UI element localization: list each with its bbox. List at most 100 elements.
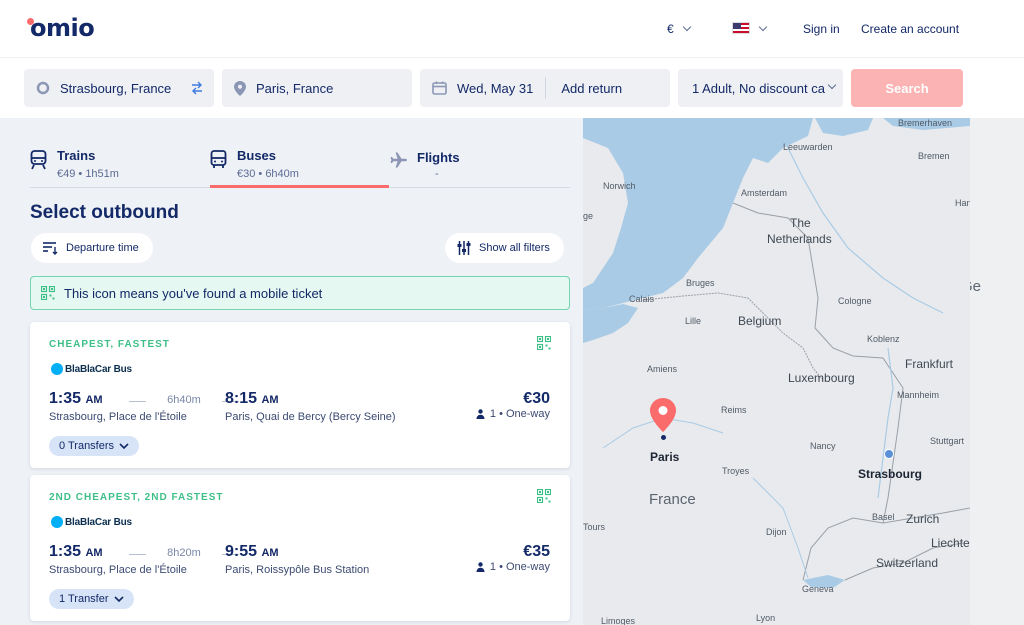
- map-label: Bremen: [918, 151, 950, 161]
- qr-code-icon: [536, 335, 552, 355]
- language-selector[interactable]: [732, 21, 768, 36]
- result-badge: CHEAPEST, FASTEST: [49, 339, 170, 350]
- arrival-time-value: 8:15: [225, 390, 258, 407]
- map-label: Lyon: [756, 613, 776, 623]
- map-label: Bruges: [686, 278, 715, 288]
- map-label: Nancy: [810, 441, 836, 451]
- sign-in-link[interactable]: Sign in: [803, 22, 840, 36]
- departure-date: Wed, May 31: [457, 80, 534, 96]
- show-all-filters-button[interactable]: Show all filters: [445, 233, 564, 263]
- map-label: Cologne: [838, 296, 872, 306]
- result-card[interactable]: 2ND CHEAPEST, 2ND FASTEST BlaBlaCar Bus …: [30, 475, 570, 621]
- map-label: Troyes: [722, 466, 750, 476]
- map-label-destination: Paris: [650, 450, 680, 464]
- create-account-link[interactable]: Create an account: [861, 22, 959, 36]
- map-label: Ge: [970, 278, 982, 295]
- calendar-icon: [432, 81, 447, 95]
- departure-station: Strasbourg, Place de l'Étoile: [49, 411, 187, 423]
- swap-icon[interactable]: [190, 81, 204, 95]
- origin-value: Strasbourg, France: [60, 80, 172, 96]
- logo-dot: [27, 18, 34, 25]
- map-label: Tours: [583, 522, 606, 532]
- map-label: Amsterdam: [741, 188, 788, 198]
- top-header: omio € Sign in Create an account: [0, 0, 1024, 58]
- map-label: Mannheim: [897, 390, 940, 400]
- departure-time-value: 1:35: [49, 543, 82, 560]
- transfers-label: 1 Transfer: [59, 593, 109, 605]
- search-button[interactable]: Search: [851, 69, 963, 107]
- add-return-button[interactable]: Add return: [561, 81, 622, 96]
- result-badge: 2ND CHEAPEST, 2ND FASTEST: [49, 492, 224, 503]
- transfers-toggle[interactable]: 1 Transfer: [49, 589, 134, 609]
- origin-field[interactable]: Strasbourg, France: [24, 69, 214, 107]
- arrival-station: Paris, Quai de Bercy (Bercy Seine): [225, 411, 396, 423]
- blablacar-icon: [51, 516, 63, 528]
- chevron-down-icon: [113, 596, 124, 602]
- arrival-time: 8:15 AM: [225, 390, 279, 408]
- passenger-info: 1 • One-way: [476, 408, 550, 420]
- tab-flights[interactable]: Flights -: [390, 140, 570, 188]
- currency-selector[interactable]: €: [667, 22, 691, 36]
- map-side-strip: H Ge: [970, 118, 1024, 625]
- bus-icon: [210, 150, 227, 175]
- price: €35: [523, 543, 550, 560]
- map-label: France: [649, 491, 696, 508]
- passengers-value: 1 Adult, No discount ca: [692, 80, 825, 96]
- map-label: Basel: [872, 512, 895, 522]
- passenger-count: 1 • One-way: [489, 408, 550, 420]
- map-label: Belgium: [738, 314, 782, 328]
- map-label: The: [790, 216, 811, 230]
- map-label: Amiens: [647, 364, 678, 374]
- tab-flights-summary: -: [435, 168, 439, 180]
- destination-pin-icon[interactable]: [650, 398, 676, 437]
- trip-duration: 8h20m: [129, 547, 239, 559]
- sort-icon: [43, 241, 58, 255]
- plane-icon: [390, 152, 408, 173]
- trip-duration: 6h40m: [129, 394, 239, 406]
- tab-trains-summary: €49 • 1h51m: [57, 168, 119, 180]
- map-label: Norwich: [603, 181, 636, 191]
- result-card[interactable]: CHEAPEST, FASTEST BlaBlaCar Bus 1:35 AM …: [30, 322, 570, 468]
- route-map[interactable]: Bremerhaven Leeuwarden Bremen Norwich Am…: [583, 118, 970, 625]
- passenger-info: 1 • One-way: [476, 561, 550, 573]
- transport-tabs: Trains €49 • 1h51m Buses €30 • 6h40m Fli…: [30, 140, 570, 188]
- currency-label: €: [667, 22, 674, 36]
- filter-sliders-icon: [457, 241, 471, 255]
- map-label: ge: [583, 211, 594, 221]
- passengers-field[interactable]: 1 Adult, No discount ca: [678, 69, 843, 107]
- arrival-ampm: AM: [261, 547, 279, 559]
- blablacar-icon: [51, 363, 63, 375]
- mobile-ticket-notice: This icon means you've found a mobile ti…: [30, 276, 570, 310]
- chevron-down-icon: [827, 80, 837, 90]
- tab-trains[interactable]: Trains €49 • 1h51m: [30, 140, 180, 188]
- map-label: Frankfurt: [905, 357, 954, 371]
- person-icon: [476, 409, 485, 419]
- qr-code-icon: [536, 488, 552, 508]
- date-divider: [545, 77, 547, 99]
- map-label: Leeuwarden: [783, 142, 833, 152]
- map-label: Reims: [721, 405, 747, 415]
- operator-logo: BlaBlaCar Bus: [51, 516, 132, 528]
- us-flag-icon: [732, 22, 750, 34]
- origin-dot-icon[interactable]: [884, 449, 894, 459]
- departure-time: 1:35 AM: [49, 543, 103, 561]
- omio-logo[interactable]: omio: [27, 14, 95, 42]
- train-icon: [30, 150, 47, 175]
- arrival-time: 9:55 AM: [225, 543, 279, 561]
- departure-ampm: AM: [85, 394, 103, 406]
- arrival-ampm: AM: [261, 394, 279, 406]
- operator-name: BlaBlaCar Bus: [65, 516, 132, 528]
- map-label: Netherlands: [767, 232, 832, 246]
- destination-field[interactable]: Paris, France: [222, 69, 412, 107]
- departure-time-filter[interactable]: Departure time: [31, 233, 153, 263]
- map-label: Bremerhaven: [898, 118, 953, 128]
- origin-circle-icon: [36, 81, 50, 95]
- departure-time-label: Departure time: [66, 242, 139, 254]
- transfers-toggle[interactable]: 0 Transfers: [49, 436, 140, 456]
- map-label: Zurich: [906, 512, 940, 526]
- map-label: Calais: [629, 294, 655, 304]
- tab-buses[interactable]: Buses €30 • 6h40m: [210, 140, 390, 188]
- departure-ampm: AM: [85, 547, 103, 559]
- page-title: Select outbound: [30, 202, 179, 223]
- date-field[interactable]: Wed, May 31 Add return: [420, 69, 670, 107]
